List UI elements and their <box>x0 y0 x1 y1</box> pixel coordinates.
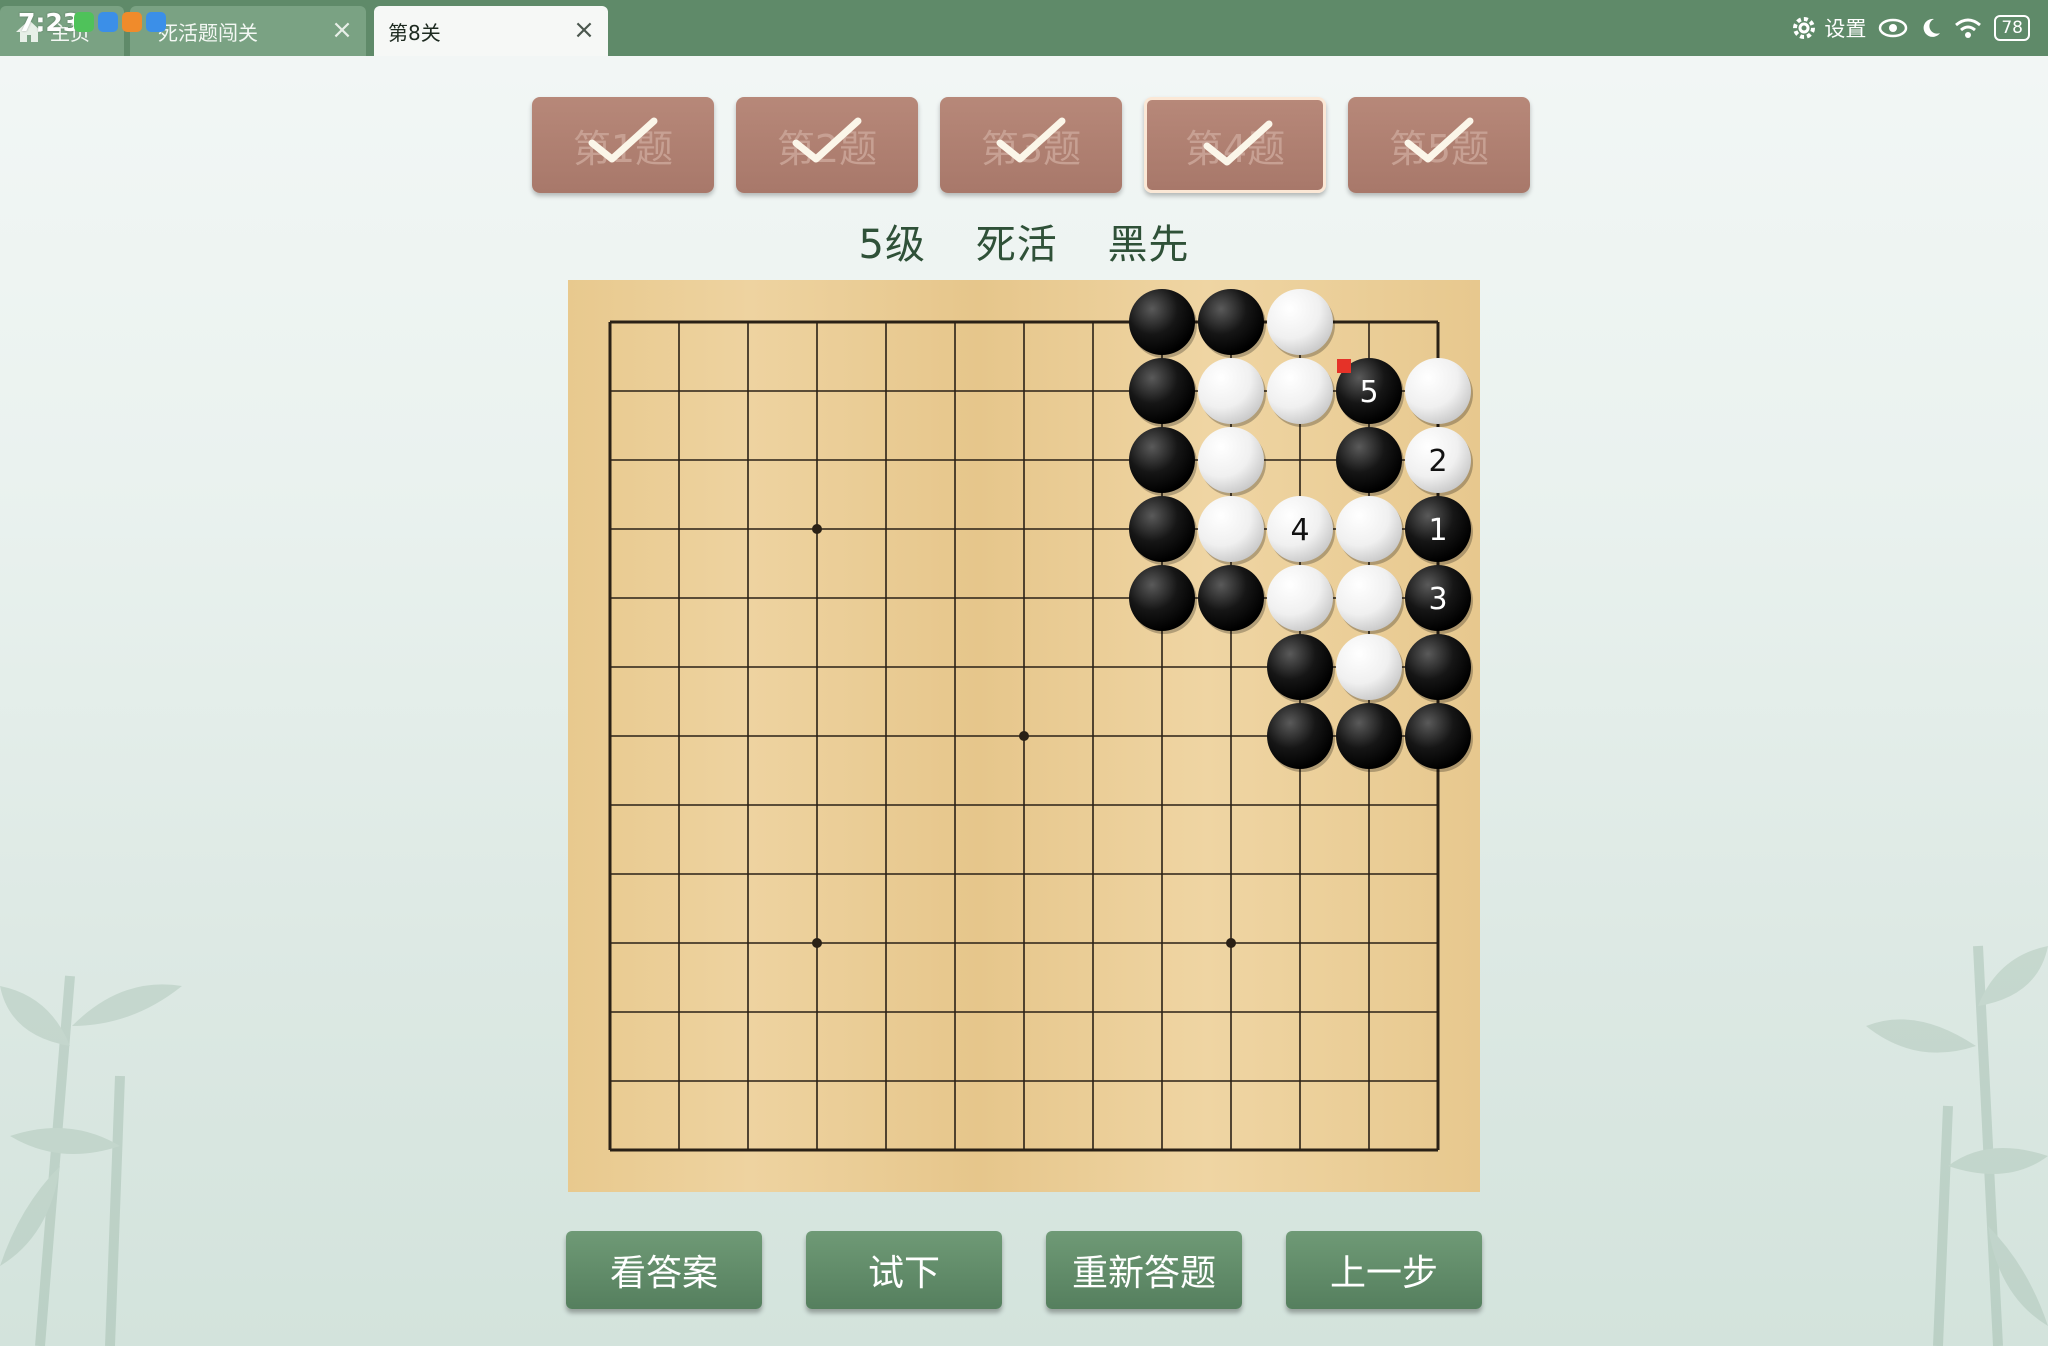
black-stone <box>1336 703 1404 772</box>
white-stone <box>1198 496 1266 565</box>
star-point <box>812 938 822 948</box>
board-grid[interactable]: 5 2 4 1 3 <box>568 280 1480 1192</box>
show-answer-button[interactable]: 看答案 <box>566 1231 762 1309</box>
top-bar: 主页 死活题闯关 × 第8关 × 7:23 设置 78 <box>0 0 2048 56</box>
tab-level-8-label: 第8关 <box>388 20 441 45</box>
eye-icon <box>1879 18 1908 38</box>
black-stone <box>1129 496 1197 565</box>
play-icon <box>122 12 142 32</box>
white-stone: 2 <box>1405 427 1473 496</box>
move-number: 2 <box>1428 444 1447 479</box>
star-point <box>1019 731 1029 741</box>
white-stone <box>1267 565 1335 634</box>
bamboo-decoration-left <box>0 975 182 1346</box>
black-stone <box>1129 427 1197 496</box>
white-stone <box>1267 289 1335 358</box>
black-stone <box>1405 703 1473 772</box>
status-time: 7:23 <box>18 8 81 37</box>
check-icon <box>588 117 658 163</box>
star-point <box>812 524 822 534</box>
move-number: 1 <box>1428 513 1447 548</box>
undo-button[interactable]: 上一步 <box>1286 1231 1482 1309</box>
white-stone <box>1336 496 1404 565</box>
black-stone: 3 <box>1405 565 1473 634</box>
check-icon <box>1203 120 1273 166</box>
white-stone <box>1198 427 1266 496</box>
check-icon <box>996 117 1066 163</box>
move-number: 3 <box>1428 582 1447 617</box>
level-button-1[interactable]: 第1题 <box>532 97 714 193</box>
white-stone: 4 <box>1267 496 1335 565</box>
black-stone <box>1267 703 1335 772</box>
star-point <box>1226 938 1236 948</box>
problem-type: 死活 <box>975 222 1058 268</box>
problem-info: 5级 死活 黑先 <box>0 212 2048 270</box>
level-button-4[interactable]: 第4题 <box>1144 97 1326 193</box>
white-stone <box>1405 358 1473 427</box>
problem-level: 5级 <box>858 222 926 268</box>
cloud-icon <box>98 12 118 32</box>
bamboo-decoration-right <box>1866 945 2048 1346</box>
white-stone <box>1336 565 1404 634</box>
black-stone <box>1129 358 1197 427</box>
settings-label: 设置 <box>1824 17 1867 41</box>
white-stone <box>1198 358 1266 427</box>
move-number: 5 <box>1359 375 1378 410</box>
check-icon <box>792 117 862 163</box>
level-button-3[interactable]: 第3题 <box>940 97 1122 193</box>
black-stone: 1 <box>1405 496 1473 565</box>
go-board[interactable]: 5 2 4 1 3 <box>568 280 1480 1192</box>
level-button-2[interactable]: 第2题 <box>736 97 918 193</box>
settings-button[interactable]: 设置 <box>1790 13 1866 43</box>
tab-level-8[interactable]: 第8关 × <box>374 6 608 56</box>
black-stone <box>1198 289 1266 358</box>
level-button-5[interactable]: 第5题 <box>1348 97 1530 193</box>
moon-icon <box>1923 18 1941 37</box>
move-number: 4 <box>1290 513 1309 548</box>
black-stone <box>1405 634 1473 703</box>
problem-to-play: 黑先 <box>1107 222 1190 268</box>
action-bar: 看答案 试下 重新答题 上一步 <box>566 1231 1482 1309</box>
wechat-icon <box>74 12 94 32</box>
black-stone <box>1267 634 1335 703</box>
gear-icon <box>1793 17 1816 39</box>
retry-button[interactable]: 重新答题 <box>1046 1231 1242 1309</box>
last-move-marker <box>1337 359 1351 373</box>
black-stone <box>1336 427 1404 496</box>
close-icon[interactable]: × <box>572 17 596 43</box>
status-right: 设置 78 <box>1790 8 2030 48</box>
status-app-icons <box>74 12 166 32</box>
check-icon <box>1404 117 1474 163</box>
wifi-icon <box>1955 18 1982 38</box>
battery-indicator: 78 <box>1994 15 2030 41</box>
white-stone <box>1267 358 1335 427</box>
level-selector: 第1题 第2题 第3题 第4题 第5题 <box>532 97 1530 193</box>
black-stone <box>1198 565 1266 634</box>
close-icon[interactable]: × <box>330 17 354 43</box>
tab-level-challenge-label: 死活题闯关 <box>158 20 258 45</box>
cloud-icon <box>146 12 166 32</box>
black-stone <box>1129 289 1197 358</box>
white-stone <box>1336 634 1404 703</box>
black-stone <box>1129 565 1197 634</box>
try-button[interactable]: 试下 <box>806 1231 1002 1309</box>
